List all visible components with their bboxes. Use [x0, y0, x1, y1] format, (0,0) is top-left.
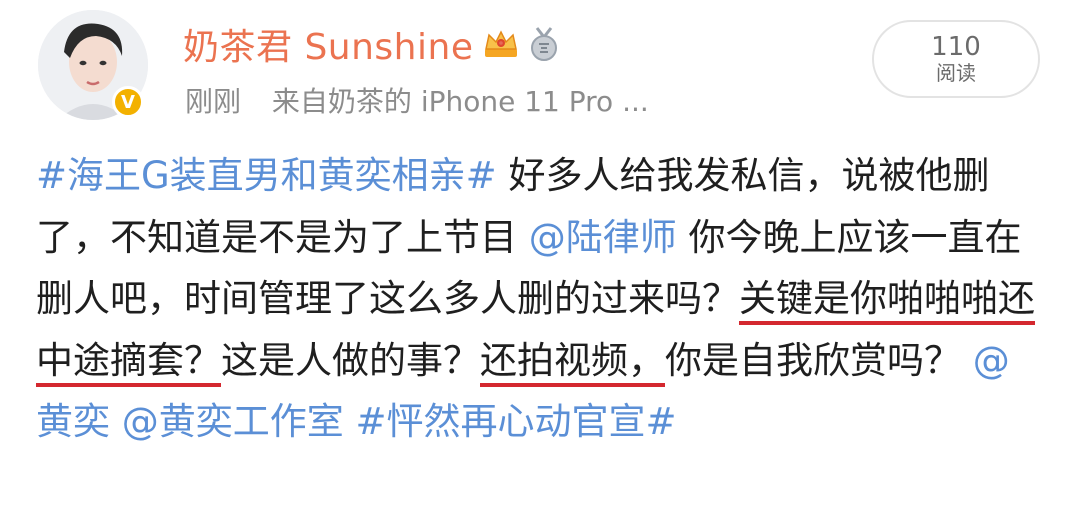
- post-text-segment-4: 你是自我欣赏吗？: [665, 338, 961, 382]
- post-time: 刚刚: [185, 85, 242, 118]
- post-source[interactable]: 来自奶茶的 iPhone 11 Pro ...: [272, 85, 649, 118]
- topic-link-2[interactable]: #怦然再心动官宣#: [356, 400, 677, 443]
- crown-icon: [485, 30, 518, 57]
- post-text: #海王G装直男和黄奕相亲# 好多人给我发私信，说被他删了，不知道是不是为了上节目…: [36, 145, 1046, 453]
- verified-badge-icon: V: [112, 86, 144, 118]
- medal-icon: [531, 27, 558, 61]
- read-count-box[interactable]: 110 阅读: [872, 20, 1040, 98]
- post-text-segment-3: 这是人做的事？: [221, 338, 480, 382]
- read-label: 阅读: [936, 61, 976, 86]
- username-row: 奶茶君 Sunshine: [183, 18, 559, 70]
- read-count: 110: [931, 31, 981, 62]
- underlined-text-2: 还拍视频，: [480, 338, 665, 382]
- username[interactable]: 奶茶君 Sunshine: [183, 18, 473, 70]
- mention-link-1[interactable]: @陆律师: [529, 216, 677, 259]
- post-meta: 刚刚 来自奶茶的 iPhone 11 Pro ...: [185, 80, 649, 120]
- mention-link-3[interactable]: @黄奕工作室: [122, 400, 344, 443]
- topic-link-1[interactable]: #海王G装直男和黄奕相亲#: [36, 154, 497, 197]
